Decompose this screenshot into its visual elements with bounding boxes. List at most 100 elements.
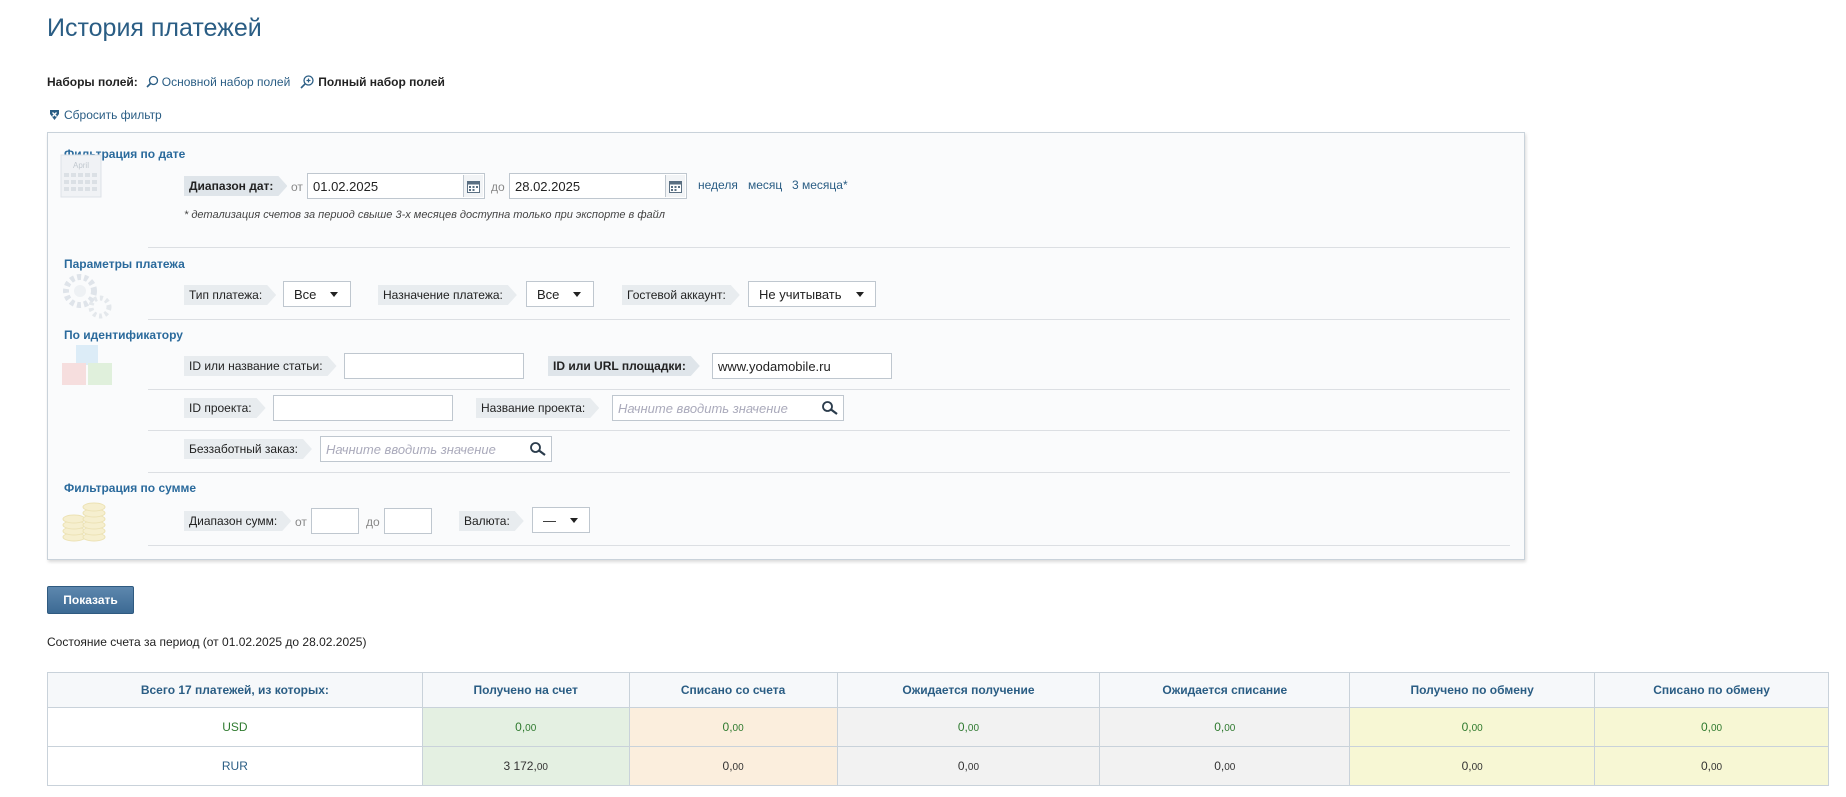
currency-value: — <box>543 512 556 528</box>
fieldsets-bar: Наборы полей: Основной набор полей Полны… <box>47 74 455 89</box>
carefree-order-input[interactable] <box>320 436 552 462</box>
sum-to-label: до <box>366 515 380 529</box>
value-cell: 0,00 <box>628 746 838 786</box>
article-id-input[interactable] <box>344 353 524 379</box>
chevron-down-icon <box>855 291 864 297</box>
value-cell: 0,00 <box>1594 707 1829 747</box>
project-name-input[interactable] <box>612 395 844 421</box>
payment-type-label: Тип платежа: <box>184 285 276 305</box>
project-id-label: ID проекта: <box>184 398 266 418</box>
calendar-small-icon <box>467 180 480 193</box>
fieldset-basic-label: Основной набор полей <box>161 74 291 89</box>
currency-cell: RUR <box>47 746 423 786</box>
project-name-label: Название проекта: <box>476 398 599 418</box>
site-id-label: ID или URL площадки: <box>548 356 700 376</box>
carefree-order-search-button[interactable] <box>527 438 549 460</box>
guest-account-select[interactable]: Не учитывать <box>748 281 876 307</box>
value-cell: 0,00 <box>1099 707 1351 747</box>
date-from-input[interactable] <box>307 173 485 199</box>
value-cell: 0,00 <box>1594 746 1829 786</box>
payment-type-select[interactable]: Все <box>283 281 351 307</box>
article-id-label: ID или название статьи: <box>184 356 337 376</box>
quick-range-3-months[interactable]: 3 месяца* <box>792 178 848 192</box>
table-header-cell: Получено по обмену <box>1349 672 1596 708</box>
project-id-input[interactable] <box>273 395 453 421</box>
divider <box>148 247 1510 248</box>
page-title: История платежей <box>47 14 262 42</box>
fieldset-full-link[interactable]: Полный набор полей <box>300 74 445 89</box>
currency-cell: USD <box>47 707 423 747</box>
divider <box>148 545 1510 546</box>
table-header-cell: Всего 17 платежей, из которых: <box>47 672 423 708</box>
sum-range-label: Диапазон сумм: <box>184 511 291 531</box>
divider <box>148 472 1510 473</box>
table-header-cell: Ожидается списание <box>1099 672 1351 708</box>
search-icon <box>530 442 546 456</box>
payment-params-title: Параметры платежа <box>64 257 185 271</box>
magnifier-plus-icon <box>300 75 314 89</box>
fieldsets-label: Наборы полей: <box>47 74 138 89</box>
payment-purpose-label: Назначение платежа: <box>378 285 517 305</box>
date-range-label: Диапазон дат: <box>184 176 287 196</box>
summary-table: Всего 17 платежей, из которых: Получено … <box>47 672 1829 786</box>
table-header-row: Всего 17 платежей, из которых: Получено … <box>47 672 1829 708</box>
carefree-order-label: Беззаботный заказ: <box>184 439 312 459</box>
payment-type-value: Все <box>294 286 317 302</box>
divider <box>148 389 1510 390</box>
sum-to-input[interactable] <box>384 508 432 534</box>
date-to-input[interactable] <box>509 173 687 199</box>
value-cell: 3 172,00 <box>421 746 630 786</box>
filter-panel: Фильтрация по дате April Диапазон дат: о… <box>47 132 1525 560</box>
table-row: USD 0,00 0,00 0,00 0,00 0,00 0,00 <box>47 707 1829 747</box>
sum-from-label: от <box>295 515 307 529</box>
currency-label: Валюта: <box>459 511 524 531</box>
reset-filter-icon <box>50 110 59 120</box>
value-cell: 0,00 <box>628 707 838 747</box>
calendar-icon: April <box>60 154 102 198</box>
reset-filter-link[interactable]: Сбросить фильтр <box>49 108 162 122</box>
cubes-icon <box>62 345 112 385</box>
table-header-cell: Получено на счет <box>421 672 630 708</box>
payment-purpose-value: Все <box>537 286 560 302</box>
currency-select[interactable]: — <box>532 507 590 533</box>
sum-from-input[interactable] <box>311 508 359 534</box>
divider <box>148 319 1510 320</box>
date-to-label: до <box>491 180 505 194</box>
value-cell: 0,00 <box>1349 746 1596 786</box>
date-from-calendar-button[interactable] <box>463 175 483 197</box>
value-cell: 0,00 <box>1099 746 1351 786</box>
table-header-cell: Списано со счета <box>628 672 838 708</box>
reset-filter-label: Сбросить фильтр <box>64 108 162 122</box>
fieldset-full-label: Полный набор полей <box>318 74 445 89</box>
date-from-label: от <box>291 180 303 194</box>
value-cell: 0,00 <box>1349 707 1596 747</box>
chevron-down-icon <box>330 291 339 297</box>
site-id-input[interactable] <box>712 353 892 379</box>
payment-purpose-select[interactable]: Все <box>526 281 594 307</box>
calendar-month-text: April <box>73 161 89 170</box>
guest-account-value: Не учитывать <box>759 286 842 302</box>
quick-range-week[interactable]: неделя <box>698 178 738 192</box>
calendar-small-icon <box>669 180 682 193</box>
guest-account-label: Гостевой аккаунт: <box>622 285 740 305</box>
value-cell: 0,00 <box>836 707 1101 747</box>
date-to-calendar-button[interactable] <box>665 175 685 197</box>
table-header-cell: Списано по обмену <box>1594 672 1829 708</box>
value-cell: 0,00 <box>421 707 630 747</box>
search-icon <box>822 401 838 415</box>
project-name-search-button[interactable] <box>819 397 841 419</box>
divider <box>148 430 1510 431</box>
fieldset-basic-link[interactable]: Основной набор полей <box>146 74 291 89</box>
magnifier-icon <box>146 75 158 88</box>
value-cell: 0,00 <box>836 746 1101 786</box>
table-header-cell: Ожидается получение <box>836 672 1101 708</box>
gears-icon <box>63 274 112 319</box>
show-button[interactable]: Показать <box>47 586 134 614</box>
table-row: RUR 3 172,00 0,00 0,00 0,00 0,00 0,00 <box>47 746 1829 786</box>
period-text: Состояние счета за период (от 01.02.2025… <box>47 635 367 649</box>
coins-icon <box>62 502 106 542</box>
chevron-down-icon <box>573 291 582 297</box>
date-range-note: * детализация счетов за период свыше 3-х… <box>184 209 665 221</box>
quick-range-month[interactable]: месяц <box>748 178 782 192</box>
by-id-title: По идентификатору <box>64 328 183 342</box>
